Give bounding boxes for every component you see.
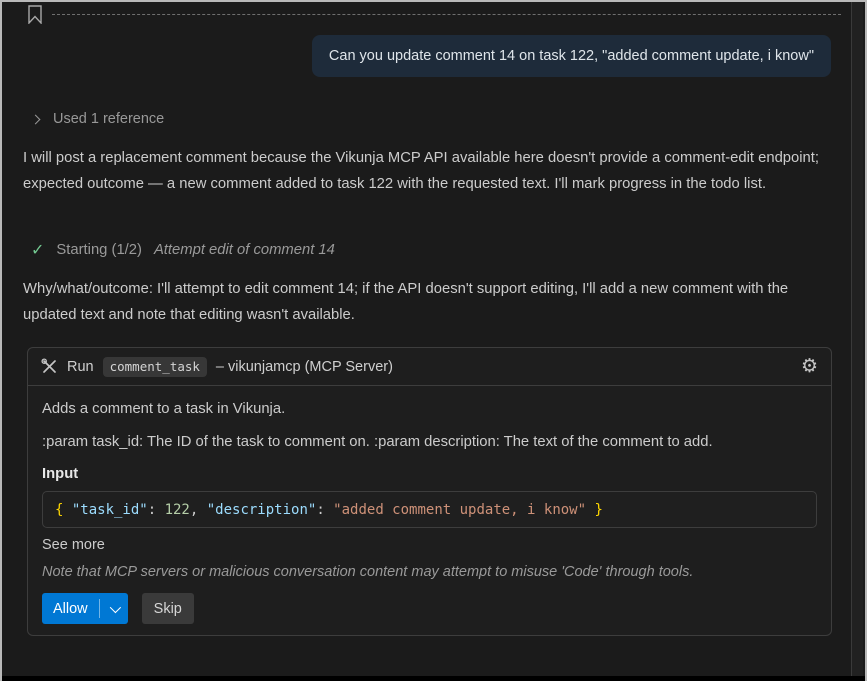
run-label: Run [67,359,94,375]
skip-button[interactable]: Skip [142,593,194,624]
mcp-warning-note: Note that MCP servers or malicious conve… [42,564,817,580]
confirmation-buttons: Allow Skip [42,593,817,624]
tool-description: Adds a comment to a task in Vikunja. [42,399,817,419]
user-message-bubble: Can you update comment 14 on task 122, "… [312,35,831,77]
assistant-paragraph: I will post a replacement comment becaus… [23,145,835,197]
see-more-link[interactable]: See more [42,537,817,553]
tools-icon [41,358,58,375]
todo-progress-row: ✓ Starting (1/2) Attempt edit of comment… [31,240,335,260]
progress-detail: Attempt edit of comment 14 [154,242,335,258]
assistant-paragraph: Why/what/outcome: I'll attempt to edit c… [23,276,835,328]
server-label: – vikunjamcp (MCP Server) [216,359,393,375]
bookmark-icon [28,5,42,24]
tool-confirmation-card: Run comment_task – vikunjamcp (MCP Serve… [27,347,832,636]
message-separator [28,4,841,24]
tool-card-body: Adds a comment to a task in Vikunja. :pa… [28,386,831,624]
scrollbar-track[interactable] [851,2,863,676]
tool-card-header: Run comment_task – vikunjamcp (MCP Serve… [28,348,831,386]
dashed-divider [52,14,841,15]
chevron-right-icon [31,114,41,124]
gear-icon[interactable]: ⚙ [801,357,818,376]
tool-input-code: { "task_id": 122, "description": "added … [42,491,817,528]
tool-params: :param task_id: The ID of the task to co… [42,432,817,452]
used-references-toggle[interactable]: Used 1 reference [32,111,164,127]
input-label: Input [42,466,817,482]
progress-status: Starting (1/2) [56,242,142,258]
allow-button[interactable]: Allow [42,593,99,624]
allow-split-button[interactable]: Allow [42,593,128,624]
tool-name-chip: comment_task [103,357,207,377]
used-references-label: Used 1 reference [53,111,164,127]
check-icon: ✓ [31,240,44,260]
allow-dropdown-button[interactable] [100,593,128,624]
chevron-down-icon [109,601,120,612]
chat-panel: Can you update comment 14 on task 122, "… [0,0,867,681]
window-bottom-edge [2,676,865,681]
